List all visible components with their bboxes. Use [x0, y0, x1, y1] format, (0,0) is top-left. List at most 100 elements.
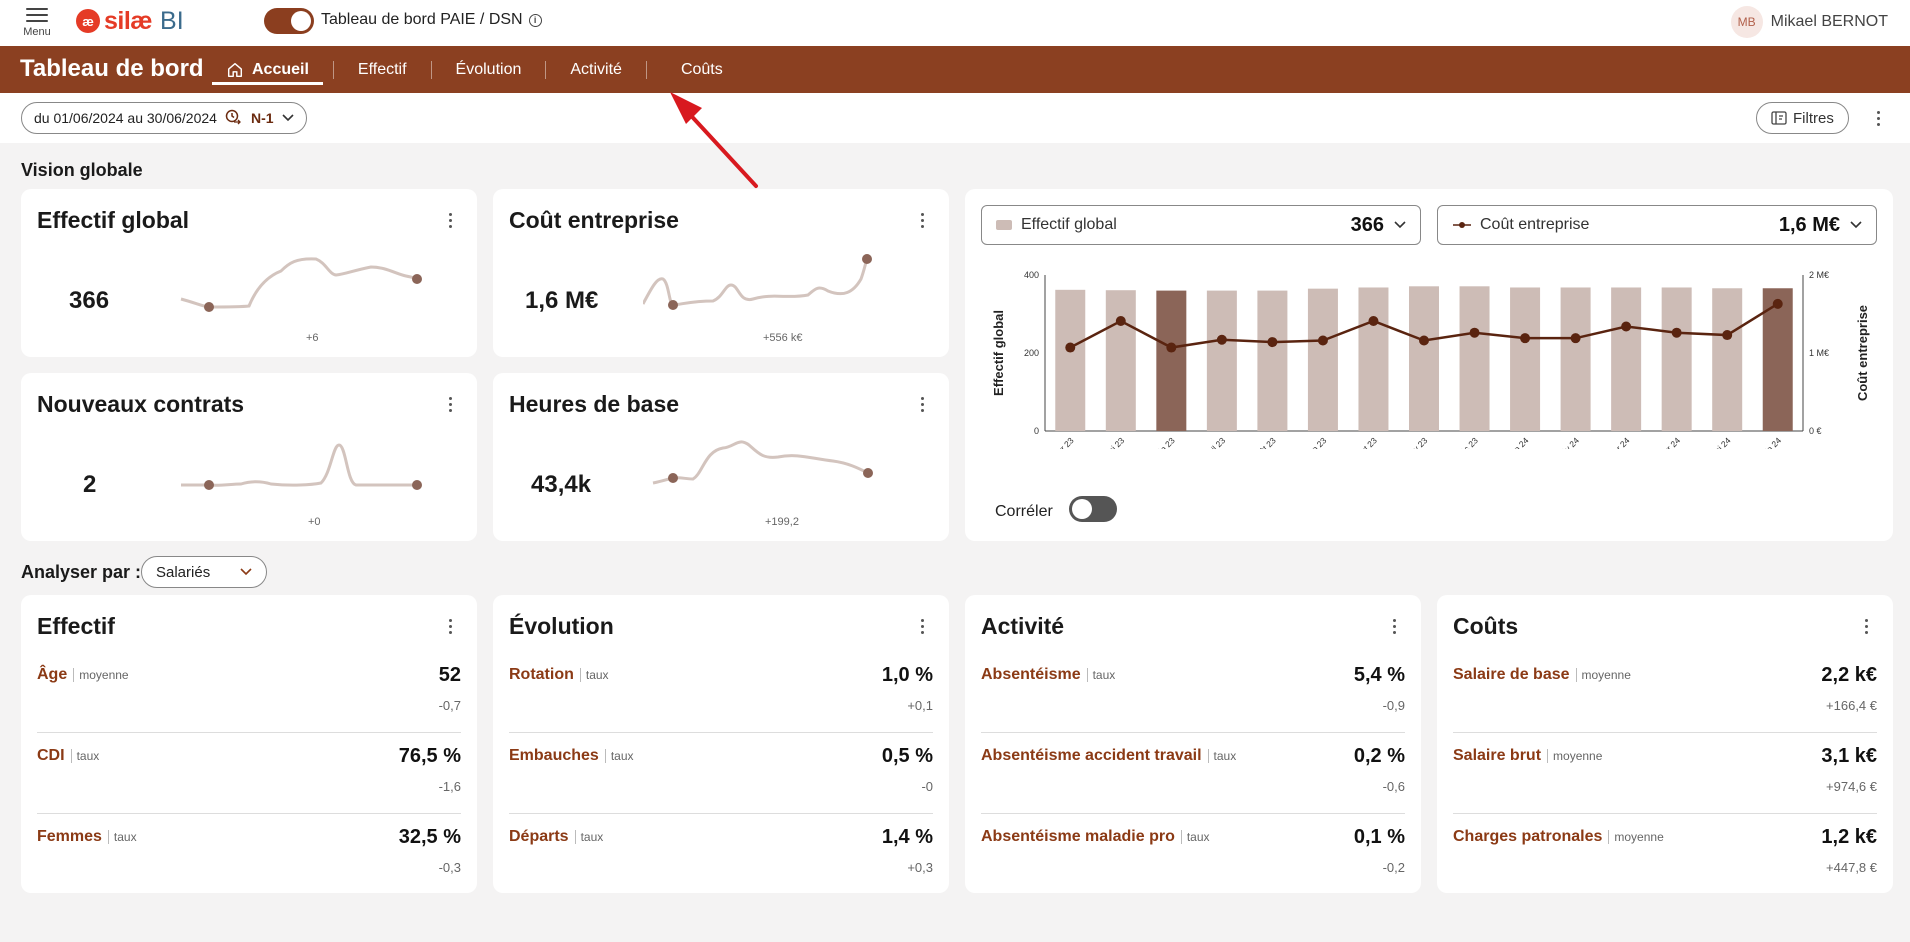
kpi-card-cout-entreprise[interactable]: Coût entreprise 1,6 M€ +556 k€ [493, 189, 949, 357]
tab-effectif[interactable]: Effectif [344, 46, 421, 93]
kpi-card-nouveaux-contrats[interactable]: Nouveaux contrats 2 +0 [21, 373, 477, 541]
menu-button[interactable]: Menu [20, 4, 54, 40]
more-options-icon[interactable] [1861, 617, 1871, 635]
metric-row[interactable]: Absentéisme accident travail taux 0,2 % -… [981, 733, 1405, 814]
metric-name[interactable]: Femmes taux [37, 828, 137, 846]
bar [1409, 286, 1439, 431]
tab-accueil[interactable]: Accueil [212, 46, 323, 93]
metric-value: 1,2 k€ [1821, 826, 1877, 848]
line-point [1115, 316, 1126, 327]
kpi-title: Nouveaux contrats [37, 391, 245, 417]
metric-row[interactable]: Absentéisme maladie pro taux 0,1 % -0,2 [981, 814, 1405, 895]
more-options-icon[interactable] [917, 211, 927, 229]
more-options-icon[interactable] [1872, 103, 1884, 133]
bar [1206, 290, 1237, 431]
correler-toggle[interactable] [1069, 496, 1117, 522]
tab-evolution[interactable]: Évolution [442, 46, 536, 93]
metric-name-text: Absentéisme maladie pro [981, 828, 1175, 845]
x-tick-label: Déc 23 [1454, 435, 1480, 449]
dashboard-toggle[interactable] [264, 8, 314, 34]
left-metric-selector[interactable]: Effectif global 366 [981, 205, 1421, 245]
metric-value: 1,0 % [881, 664, 933, 686]
metric-card-title: Effectif [37, 613, 115, 639]
more-options-icon[interactable] [445, 617, 455, 635]
bar [1459, 286, 1490, 431]
metric-name[interactable]: Charges patronales moyenne [1453, 828, 1664, 846]
metric-row[interactable]: Embauches taux 0,5 % -0 [509, 733, 933, 814]
metric-row[interactable]: Âge moyenne 52 -0,7 [37, 652, 461, 733]
more-options-icon[interactable] [917, 617, 927, 635]
avatar: MB [1730, 6, 1763, 38]
metric-card[interactable]: Coûts Salaire de base moyenne 2,2 k€ +166… [1437, 595, 1893, 893]
y-axis-title: Effectif global [991, 310, 1006, 396]
metric-name[interactable]: CDI taux [37, 747, 99, 765]
tab-label: Évolution [455, 60, 522, 78]
metric-row[interactable]: Départs taux 1,4 % +0,3 [509, 814, 933, 895]
metric-type: taux [70, 749, 99, 763]
metric-delta: +974,6 € [1826, 779, 1877, 794]
kpi-delta: +556 k€ [763, 332, 803, 344]
more-options-icon[interactable] [1389, 617, 1399, 635]
metric-value: 32,5 % [398, 826, 461, 848]
metric-name[interactable]: Âge moyenne [37, 666, 129, 684]
metric-row[interactable]: Absentéisme taux 5,4 % -0,9 [981, 652, 1405, 733]
metric-type: taux [1207, 749, 1236, 763]
tab-divider [545, 60, 547, 79]
metric-row[interactable]: CDI taux 76,5 % -1,6 [37, 733, 461, 814]
y2-tick-label: 0 € [1809, 426, 1822, 436]
metric-row[interactable]: Charges patronales moyenne 1,2 k€ +447,8 … [1453, 814, 1877, 895]
line-point [1621, 321, 1632, 332]
kpi-title: Heures de base [509, 391, 680, 417]
kpi-delta: +6 [306, 332, 319, 344]
tab-activite[interactable]: Activité [556, 46, 636, 93]
x-tick-label: Juil 23 [1203, 435, 1228, 449]
metric-name[interactable]: Absentéisme maladie pro taux [981, 828, 1210, 846]
line-point [1772, 298, 1783, 309]
metric-name[interactable]: Embauches taux [509, 747, 634, 765]
metric-card[interactable]: Effectif Âge moyenne 52 -0,7 CDI taux 76,5 … [21, 595, 477, 893]
line-point [1166, 342, 1177, 353]
right-metric-selector[interactable]: Coût entreprise 1,6 M€ [1437, 205, 1877, 245]
metric-name[interactable]: Rotation taux [509, 666, 609, 684]
kpi-delta: +199,2 [765, 516, 799, 528]
metric-name-text: Absentéisme [981, 666, 1081, 683]
metric-row[interactable]: Rotation taux 1,0 % +0,1 [509, 652, 933, 733]
more-options-icon[interactable] [445, 211, 455, 229]
metric-name[interactable]: Absentéisme accident travail taux [981, 747, 1236, 765]
metric-name-text: Absentéisme accident travail [981, 747, 1202, 764]
line-point [1317, 335, 1328, 346]
page-title: Tableau de bord [20, 55, 204, 82]
menu-label: Menu [23, 26, 51, 38]
metric-row[interactable]: Salaire brut moyenne 3,1 k€ +974,6 € [1453, 733, 1877, 814]
sparkline [652, 440, 873, 485]
kpi-card-effectif-global[interactable]: Effectif global 366 +6 [21, 189, 477, 357]
bar [1156, 290, 1187, 431]
more-options-icon[interactable] [917, 395, 927, 413]
analyse-selected: Salariés [156, 563, 211, 581]
line-legend-icon [1453, 222, 1471, 228]
metric-card[interactable]: Évolution Rotation taux 1,0 % +0,1 Embauch… [493, 595, 949, 893]
kpi-card-heures-de-base[interactable]: Heures de base 43,4k +199,2 [493, 373, 949, 541]
metric-value: 76,5 % [398, 745, 461, 767]
analyse-selector[interactable]: Salariés [141, 556, 267, 588]
metric-row[interactable]: Salaire de base moyenne 2,2 k€ +166,4 € [1453, 652, 1877, 733]
metric-name[interactable]: Absentéisme taux [981, 666, 1115, 684]
user-menu[interactable]: MB Mikael BERNOT [1730, 6, 1888, 38]
metric-card[interactable]: Activité Absentéisme taux 5,4 % -0,9 Absen… [965, 595, 1421, 893]
period-selector[interactable]: du 01/06/2024 au 30/06/2024 N-1 [21, 102, 307, 134]
bar [1055, 289, 1086, 431]
metric-delta: -0,3 [438, 860, 461, 875]
metric-row[interactable]: Femmes taux 32,5 % -0,3 [37, 814, 461, 895]
more-options-icon[interactable] [445, 395, 455, 413]
app-logo[interactable]: æ silæ BI [76, 6, 184, 36]
metric-name[interactable]: Départs taux [509, 828, 603, 846]
filters-button[interactable]: Filtres [1756, 102, 1849, 134]
period-text: du 01/06/2024 au 30/06/2024 [34, 110, 217, 126]
metric-name[interactable]: Salaire de base moyenne [1453, 666, 1631, 684]
metric-name[interactable]: Salaire brut moyenne [1453, 747, 1602, 765]
metric-value: 2,2 k€ [1821, 664, 1877, 686]
metric-name-text: Embauches [509, 747, 599, 764]
line-point [1065, 342, 1076, 353]
info-icon[interactable]: i [528, 13, 542, 27]
bar [1712, 288, 1743, 431]
